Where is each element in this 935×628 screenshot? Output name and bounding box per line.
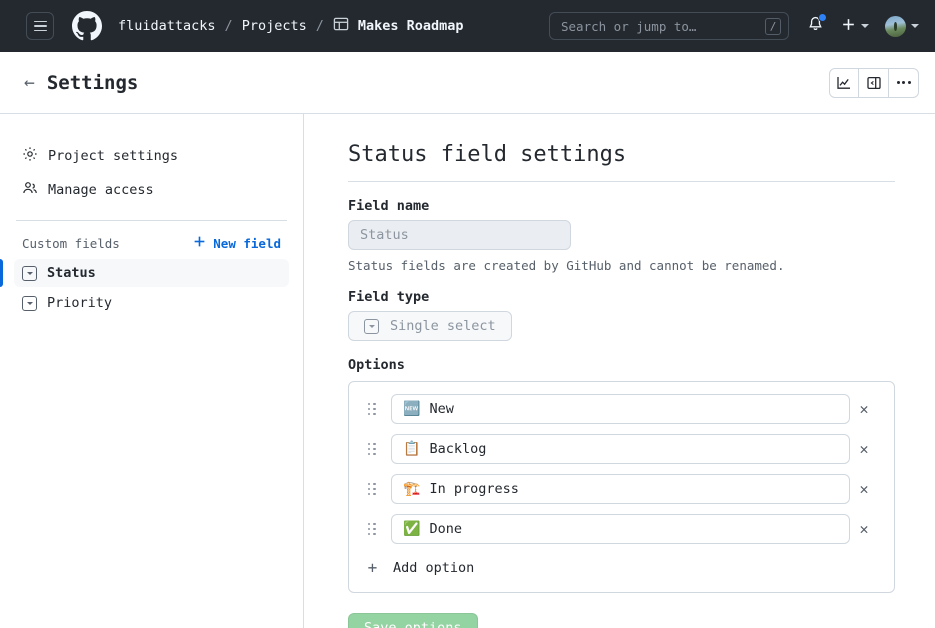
subheader-toolbar	[829, 67, 919, 98]
new-field-button[interactable]: New field	[193, 235, 281, 251]
option-label: Done	[429, 521, 462, 537]
option-row: 📋 Backlog ✕	[365, 434, 878, 464]
kebab-icon	[896, 81, 911, 84]
remove-option-button[interactable]: ✕	[850, 400, 878, 418]
back-arrow-icon[interactable]: ←	[24, 73, 35, 92]
option-label: In progress	[429, 481, 519, 497]
drag-handle-icon[interactable]	[365, 482, 379, 496]
breadcrumb-separator: /	[224, 18, 233, 34]
option-emoji-icon: 🆕	[403, 401, 421, 417]
field-type-label: Field type	[348, 289, 430, 305]
sidebar-item-label: Project settings	[48, 148, 179, 164]
field-name-label: Field name	[348, 198, 430, 214]
chevron-down-icon	[861, 24, 869, 28]
global-header: fluidattacks / Projects / Makes Roadmap …	[0, 0, 935, 52]
project-table-icon	[333, 16, 349, 36]
create-new-button[interactable]	[841, 17, 869, 36]
account-menu-button[interactable]	[885, 15, 919, 37]
chevron-down-icon	[911, 24, 919, 28]
field-type-button: Single select	[348, 311, 512, 341]
notification-badge	[818, 12, 827, 22]
option-input[interactable]: 🆕 New	[391, 394, 850, 424]
option-input[interactable]: 📋 Backlog	[391, 434, 850, 464]
drag-handle-icon[interactable]	[365, 402, 379, 416]
gear-icon	[22, 146, 38, 166]
custom-fields-label: Custom fields	[22, 235, 120, 251]
toggle-panel-button[interactable]	[859, 67, 889, 98]
sidebar-item-manage-access[interactable]: Manage access	[14, 174, 289, 206]
save-options-button[interactable]: Save options	[348, 613, 478, 628]
single-select-icon	[22, 265, 37, 281]
options-panel: 🆕 New ✕ 📋 Backlog ✕ 🏗️ In progress ✕ ✅ D…	[348, 381, 895, 593]
project-name: Makes Roadmap	[357, 18, 464, 34]
plus-icon	[193, 235, 206, 251]
search-shortcut-key: /	[765, 17, 781, 35]
header-actions: Search or jump to… /	[549, 12, 919, 40]
main-heading: Status field settings	[348, 142, 895, 182]
hamburger-line	[33, 20, 47, 23]
settings-sidebar: Project settings Manage access Custom fi…	[0, 114, 304, 628]
sidebar-item-project-settings[interactable]: Project settings	[14, 140, 289, 172]
single-select-icon	[364, 318, 379, 334]
option-input[interactable]: 🏗️ In progress	[391, 474, 850, 504]
option-emoji-icon: 🏗️	[403, 481, 421, 497]
people-icon	[22, 180, 38, 200]
page-title: Settings	[46, 71, 139, 94]
github-logo-icon[interactable]	[72, 11, 102, 41]
hamburger-line	[33, 25, 47, 27]
hamburger-line	[33, 29, 47, 32]
sidebar-field-label: Priority	[47, 295, 113, 311]
remove-option-button[interactable]: ✕	[850, 440, 878, 458]
add-option-label: Add option	[393, 560, 475, 576]
sidebar-field-priority[interactable]: Priority	[14, 289, 289, 317]
breadcrumb: fluidattacks / Projects / Makes Roadmap	[118, 16, 464, 36]
sidebar-field-status[interactable]: Status	[0, 259, 289, 287]
breadcrumb-projects[interactable]: Projects	[242, 18, 307, 34]
option-label: New	[429, 401, 454, 417]
breadcrumb-separator: /	[315, 18, 324, 34]
search-input[interactable]: Search or jump to… /	[549, 12, 789, 40]
settings-subheader: ← Settings	[0, 52, 935, 114]
option-emoji-icon: 📋	[403, 441, 421, 457]
remove-option-button[interactable]: ✕	[850, 480, 878, 498]
sidebar-divider	[16, 220, 287, 221]
option-input[interactable]: ✅ Done	[391, 514, 850, 544]
breadcrumb-owner[interactable]: fluidattacks	[118, 18, 216, 34]
drag-handle-icon[interactable]	[365, 442, 379, 456]
single-select-icon	[22, 295, 37, 311]
hamburger-menu-button[interactable]	[26, 12, 54, 40]
sidebar-item-label: Manage access	[48, 182, 154, 198]
page-body: Project settings Manage access Custom fi…	[0, 114, 935, 628]
custom-fields-header: Custom fields New field	[22, 235, 281, 251]
field-type-value: Single select	[390, 318, 496, 334]
field-name-input: Status	[348, 220, 571, 250]
drag-handle-icon[interactable]	[365, 522, 379, 536]
plus-icon: +	[367, 558, 378, 577]
settings-main: Status field settings Field name Status …	[304, 114, 935, 628]
search-placeholder: Search or jump to…	[561, 18, 697, 34]
option-row: ✅ Done ✕	[365, 514, 878, 544]
field-name-help-text: Status fields are created by GitHub and …	[348, 258, 785, 273]
remove-option-button[interactable]: ✕	[850, 520, 878, 538]
field-name-value: Status	[360, 227, 409, 243]
notifications-button[interactable]	[807, 12, 827, 37]
more-options-button[interactable]	[889, 67, 919, 98]
option-emoji-icon: ✅	[403, 521, 421, 537]
insights-button[interactable]	[829, 67, 859, 98]
option-row: 🏗️ In progress ✕	[365, 474, 878, 504]
option-row: 🆕 New ✕	[365, 394, 878, 424]
option-label: Backlog	[429, 441, 487, 457]
plus-icon	[841, 17, 856, 36]
new-field-label: New field	[213, 235, 281, 251]
add-option-button[interactable]: + Add option	[365, 554, 878, 586]
breadcrumb-project[interactable]: Makes Roadmap	[333, 16, 464, 36]
options-label: Options	[348, 357, 405, 373]
avatar	[885, 15, 906, 37]
sidebar-field-label: Status	[47, 265, 96, 281]
